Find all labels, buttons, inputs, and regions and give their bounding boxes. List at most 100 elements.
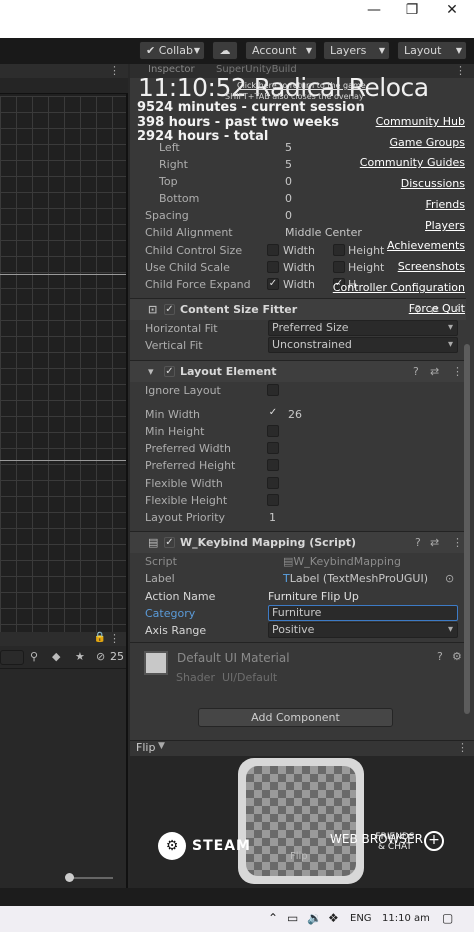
category-field[interactable]: Furniture bbox=[268, 605, 458, 621]
scale-height-checkbox[interactable] bbox=[333, 261, 345, 273]
network-icon[interactable]: ▭ bbox=[287, 911, 298, 925]
component-enabled-checkbox[interactable]: ✓ bbox=[164, 304, 175, 315]
scene-tab-bar: ⋮ bbox=[0, 64, 128, 78]
padding-right-value[interactable]: 5 bbox=[285, 156, 292, 173]
link-discussions[interactable]: Discussions bbox=[401, 177, 465, 190]
spacing-value[interactable]: 0 bbox=[285, 207, 292, 224]
spacing-label: Spacing bbox=[145, 209, 189, 222]
inspector-scrollbar[interactable] bbox=[464, 344, 470, 714]
flexible-height-checkbox[interactable] bbox=[267, 494, 279, 506]
steam-label[interactable]: STEAM bbox=[192, 838, 251, 854]
layout-priority-value[interactable]: 1 bbox=[269, 509, 276, 526]
horizontal-fit-dropdown[interactable]: Preferred Size bbox=[268, 320, 458, 336]
chevron-up-icon[interactable]: ⌃ bbox=[268, 911, 278, 925]
expand-width-label: Width bbox=[283, 278, 315, 291]
notifications-icon[interactable]: ▢ bbox=[442, 911, 453, 925]
settings-gear-icon[interactable]: ⚙ bbox=[452, 650, 462, 663]
shader-dropdown[interactable]: UI/Default bbox=[222, 671, 277, 684]
link-achievements[interactable]: Achievements bbox=[387, 239, 465, 252]
link-controller-configuration[interactable]: Controller Configuration bbox=[333, 281, 465, 294]
shader-label: Shader bbox=[176, 671, 215, 684]
flexible-width-checkbox[interactable] bbox=[267, 477, 279, 489]
control-height-checkbox[interactable] bbox=[333, 244, 345, 256]
minimize-button[interactable]: — bbox=[364, 2, 384, 20]
taskbar-clock[interactable]: 11:10 am bbox=[382, 913, 430, 924]
preset-icon[interactable]: ⇄ bbox=[430, 361, 439, 382]
preset-icon[interactable]: ⇄ bbox=[430, 532, 439, 553]
preview-header[interactable]: Flip ▼ ⋮ bbox=[130, 740, 474, 756]
preferred-width-row: Preferred Width bbox=[145, 440, 465, 457]
layers-dropdown[interactable]: Layers ▼ bbox=[323, 41, 390, 60]
padding-bottom-value[interactable]: 0 bbox=[285, 190, 292, 207]
min-width-checkbox[interactable]: ✓ bbox=[267, 408, 279, 420]
min-width-value[interactable]: 26 bbox=[288, 406, 302, 423]
help-icon[interactable]: ? bbox=[415, 532, 421, 553]
steam-logo-icon[interactable]: ⚙ bbox=[158, 832, 186, 860]
layout-dropdown[interactable]: Layout ▼ bbox=[397, 41, 467, 60]
link-screenshots[interactable]: Screenshots bbox=[398, 260, 465, 273]
link-community-hub[interactable]: Community Hub bbox=[376, 115, 465, 128]
kebab-menu-icon[interactable]: ⋮ bbox=[452, 361, 463, 382]
object-picker-icon[interactable]: ⊙ bbox=[445, 570, 454, 587]
hidden-eye-icon[interactable]: ⊘ bbox=[96, 650, 105, 663]
filter-type-icon[interactable]: ⚲ bbox=[30, 650, 38, 663]
return-to-game-link[interactable]: Click here to return to the game bbox=[237, 81, 366, 90]
link-game-groups[interactable]: Game Groups bbox=[390, 136, 465, 149]
expand-width-checkbox[interactable]: ✓ bbox=[267, 278, 279, 290]
restore-button[interactable]: ❐ bbox=[402, 2, 422, 20]
chevron-down-icon[interactable]: ▼ bbox=[158, 741, 165, 751]
vertical-fit-dropdown[interactable]: Unconstrained bbox=[268, 337, 458, 353]
lock-icon[interactable]: 🔒 bbox=[94, 632, 106, 643]
cloud-button[interactable]: ☁ bbox=[212, 41, 238, 60]
child-force-expand-label: Child Force Expand bbox=[145, 278, 251, 291]
category-label: Category bbox=[145, 607, 196, 620]
action-name-field[interactable]: Furniture Flip Up bbox=[268, 588, 359, 605]
account-dropdown[interactable]: Account ▼ bbox=[245, 41, 317, 60]
help-icon[interactable]: ? bbox=[413, 361, 419, 382]
label-tag-icon[interactable]: ◆ bbox=[52, 650, 60, 663]
zoom-slider-handle[interactable] bbox=[65, 873, 74, 882]
cloud-icon: ☁ bbox=[219, 44, 231, 57]
friends-chat-button[interactable]: FRIENDS & CHAT bbox=[372, 832, 418, 852]
dropbox-icon[interactable]: ❖ bbox=[328, 911, 339, 925]
ignore-layout-checkbox[interactable] bbox=[267, 384, 279, 396]
keybind-mapping-header[interactable]: ▤ ✓ W_Keybind Mapping (Script) ? ⇄ ⋮ bbox=[130, 531, 466, 553]
kebab-menu-icon[interactable]: ⋮ bbox=[452, 532, 463, 553]
preferred-height-checkbox[interactable] bbox=[267, 459, 279, 471]
layout-element-header[interactable]: ▾ ✓ Layout Element ? ⇄ ⋮ bbox=[130, 360, 466, 382]
kebab-menu-icon[interactable]: ⋮ bbox=[109, 632, 120, 645]
kebab-menu-icon[interactable]: ⋮ bbox=[455, 64, 466, 77]
component-enabled-checkbox[interactable]: ✓ bbox=[164, 366, 175, 377]
scale-width-checkbox[interactable] bbox=[267, 261, 279, 273]
add-component-button[interactable]: Add Component bbox=[198, 708, 393, 727]
padding-top-value[interactable]: 0 bbox=[285, 173, 292, 190]
kebab-menu-icon[interactable]: ⋮ bbox=[109, 64, 120, 77]
link-friends[interactable]: Friends bbox=[425, 198, 465, 211]
add-chat-icon[interactable]: + bbox=[424, 831, 444, 851]
zoom-slider-track[interactable] bbox=[68, 877, 113, 879]
scene-view[interactable] bbox=[0, 64, 128, 632]
help-icon[interactable]: ? bbox=[437, 650, 443, 663]
label-object-field[interactable]: TLabel (TextMeshProUGUI) bbox=[283, 570, 428, 587]
flexible-width-label: Flexible Width bbox=[145, 477, 223, 490]
link-community-guides[interactable]: Community Guides bbox=[360, 156, 465, 169]
axis-range-dropdown[interactable]: Positive bbox=[268, 622, 458, 638]
min-height-checkbox[interactable] bbox=[267, 425, 279, 437]
volume-icon[interactable]: 🔉 bbox=[307, 911, 322, 925]
preferred-width-checkbox[interactable] bbox=[267, 442, 279, 454]
category-row: Category Furniture bbox=[145, 605, 465, 622]
control-width-checkbox[interactable] bbox=[267, 244, 279, 256]
foldout-arrow-icon[interactable]: ▾ bbox=[148, 366, 160, 378]
link-players[interactable]: Players bbox=[425, 219, 465, 232]
link-force-quit[interactable]: Force Quit bbox=[409, 302, 465, 315]
collab-button[interactable]: ✔ Collab ▼ bbox=[139, 41, 205, 60]
check-circle-icon: ✔ bbox=[146, 44, 156, 57]
favorite-star-icon[interactable]: ★ bbox=[75, 650, 85, 663]
close-button[interactable]: ✕ bbox=[442, 2, 462, 20]
child-alignment-dropdown[interactable]: Middle Center bbox=[285, 224, 362, 241]
project-search-input[interactable] bbox=[0, 650, 24, 665]
language-indicator[interactable]: ENG bbox=[350, 913, 372, 924]
script-field[interactable]: ▤W_KeybindMapping bbox=[283, 553, 401, 570]
kebab-menu-icon[interactable]: ⋮ bbox=[457, 741, 468, 754]
component-enabled-checkbox[interactable]: ✓ bbox=[164, 537, 175, 548]
